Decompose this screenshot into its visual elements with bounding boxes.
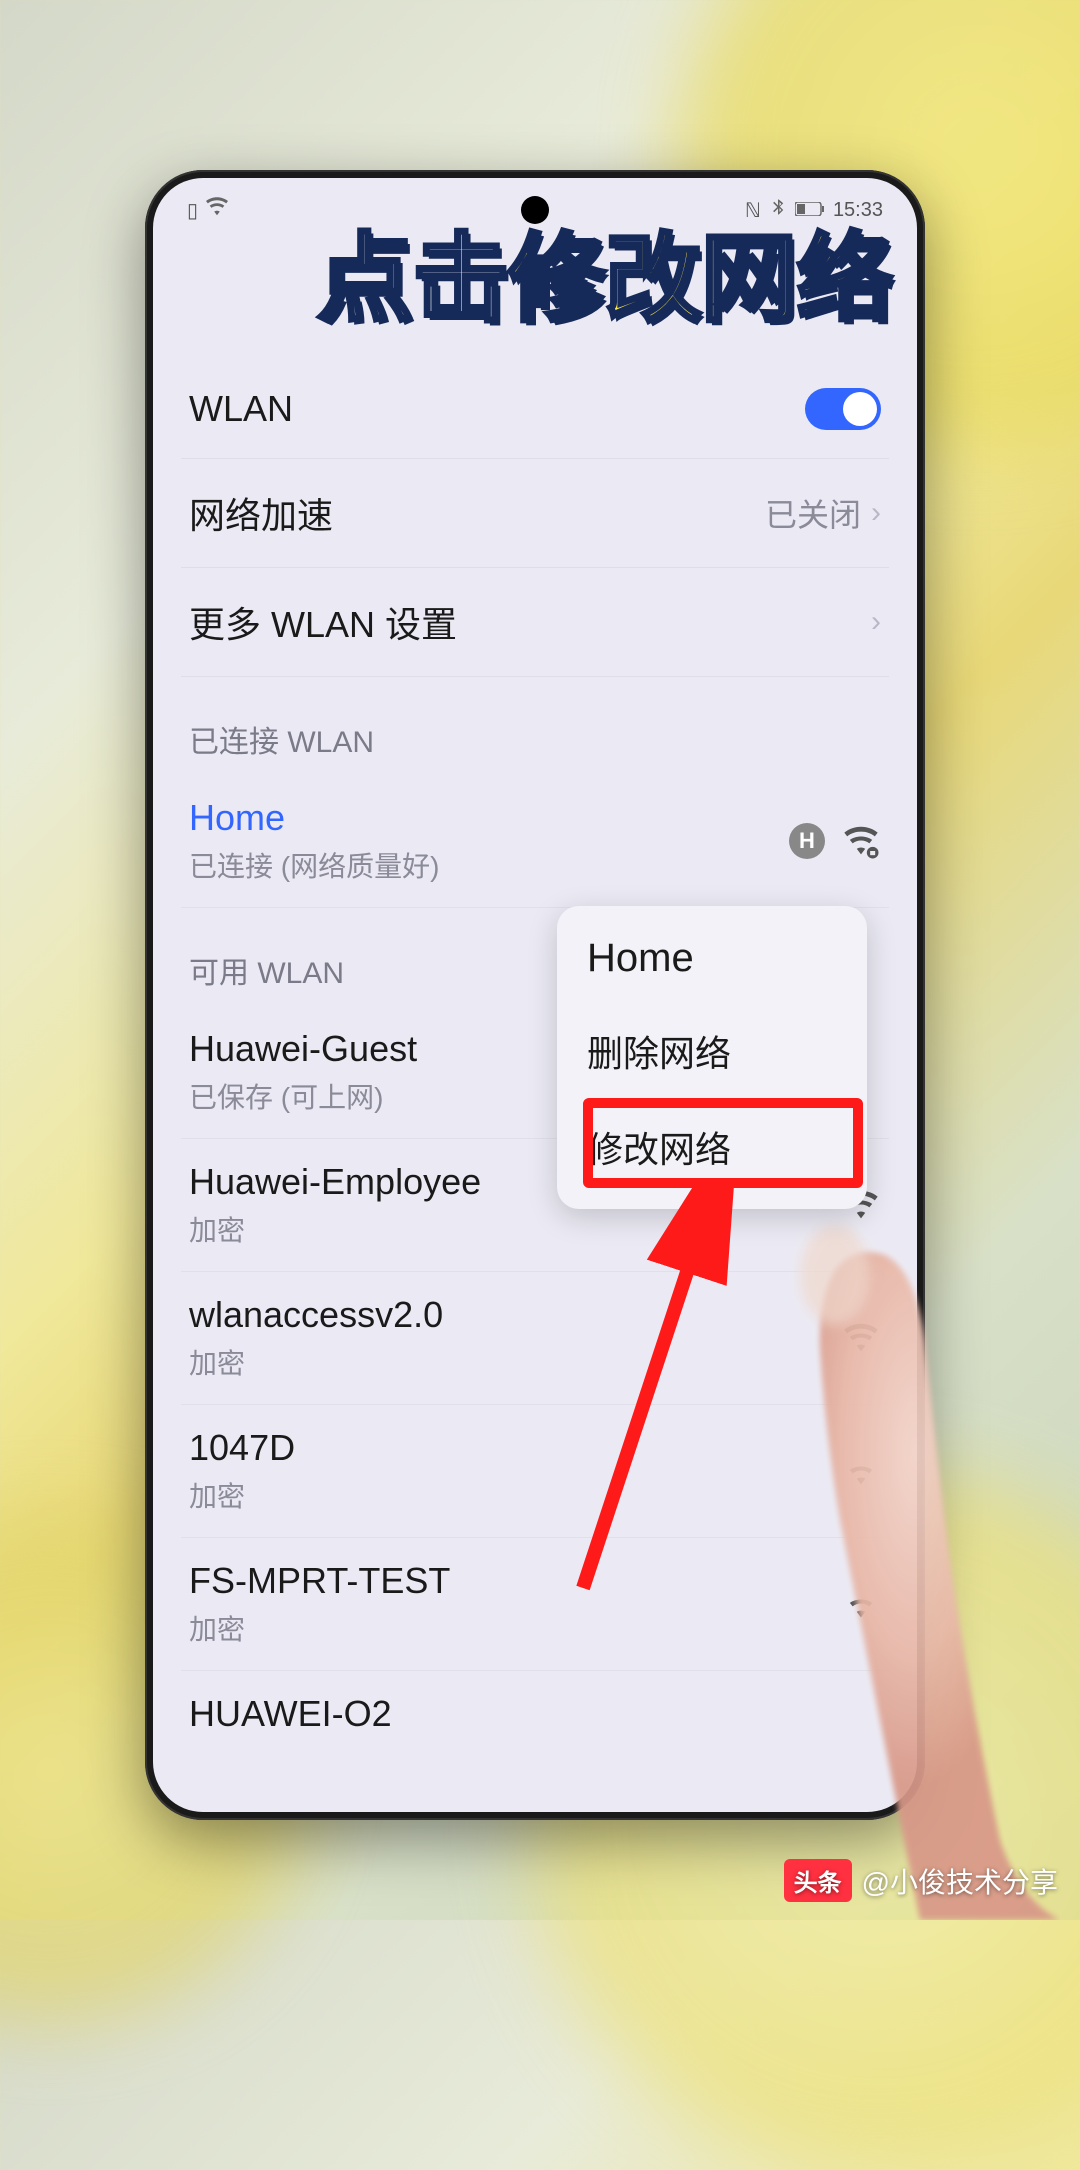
chevron-right-icon: › xyxy=(871,496,881,530)
network-row[interactable]: wlanaccessv2.0 加密 xyxy=(181,1272,889,1405)
phone-frame: ▯ ℕ 15:33 WLAN xyxy=(145,170,925,1820)
wifi-signal-lock-icon xyxy=(841,1584,881,1624)
network-name: Huawei-Employee xyxy=(189,1161,481,1203)
accel-label: 网络加速 xyxy=(189,487,333,539)
phone-screen: ▯ ℕ 15:33 WLAN xyxy=(153,178,917,1812)
sim-icon: ▯ xyxy=(187,198,198,223)
status-time: 15:33 xyxy=(833,199,883,222)
wlan-toggle-row[interactable]: WLAN xyxy=(181,360,889,459)
network-sub: 加密 xyxy=(189,1209,481,1249)
network-name: 1047D xyxy=(189,1427,295,1469)
watermark: 头条 @小俊技术分享 xyxy=(784,1859,1058,1902)
context-menu-popup: Home 删除网络 修改网络 xyxy=(557,906,867,1209)
chevron-right-icon: › xyxy=(871,605,881,639)
network-row[interactable]: 1047D 加密 xyxy=(181,1405,889,1538)
network-row[interactable]: FS-MPRT-TEST 加密 xyxy=(181,1538,889,1671)
battery-icon xyxy=(795,199,825,222)
connected-network-name: Home xyxy=(189,797,439,839)
watermark-badge: 头条 xyxy=(784,1859,852,1902)
wifi-status-icon xyxy=(206,196,228,224)
popup-modify-network[interactable]: 修改网络 xyxy=(557,1099,867,1195)
network-row[interactable]: HUAWEI-O2 xyxy=(181,1671,889,1757)
network-sub: 加密 xyxy=(189,1608,450,1648)
hilink-badge-icon: H xyxy=(789,823,825,859)
popup-delete-network[interactable]: 删除网络 xyxy=(557,1003,867,1099)
camera-hole xyxy=(521,196,549,224)
wifi-signal-lock-icon xyxy=(841,1318,881,1358)
network-sub: 已保存 (可上网) xyxy=(189,1076,417,1116)
more-wlan-row[interactable]: 更多 WLAN 设置 › xyxy=(181,568,889,677)
wlan-label: WLAN xyxy=(189,388,293,430)
network-sub: 加密 xyxy=(189,1475,295,1515)
network-name: wlanaccessv2.0 xyxy=(189,1294,443,1336)
nfc-icon: ℕ xyxy=(745,198,761,223)
watermark-author: @小俊技术分享 xyxy=(862,1861,1058,1901)
connected-section-header: 已连接 WLAN xyxy=(181,677,889,775)
connected-network-row[interactable]: Home 已连接 (网络质量好) H xyxy=(181,775,889,908)
more-label: 更多 WLAN 设置 xyxy=(189,596,457,648)
connected-network-status: 已连接 (网络质量好) xyxy=(189,845,439,885)
network-sub: 加密 xyxy=(189,1342,443,1382)
wifi-signal-lock-icon xyxy=(841,1451,881,1491)
network-name: FS-MPRT-TEST xyxy=(189,1560,450,1602)
wifi-signal-lock-icon xyxy=(841,821,881,861)
network-name: Huawei-Guest xyxy=(189,1028,417,1070)
popup-network-name: Home xyxy=(557,920,867,1003)
accel-value: 已关闭 xyxy=(765,490,861,536)
network-name: HUAWEI-O2 xyxy=(189,1693,392,1735)
network-accel-row[interactable]: 网络加速 已关闭 › xyxy=(181,459,889,568)
bluetooth-icon xyxy=(769,198,787,222)
wlan-toggle[interactable] xyxy=(805,388,881,430)
